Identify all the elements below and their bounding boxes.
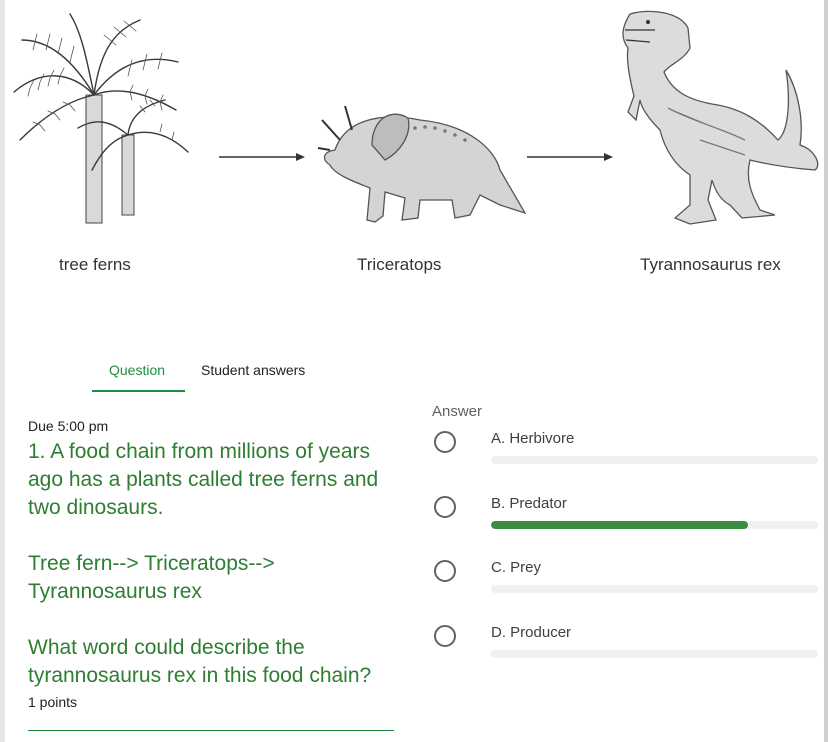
question-text: 1. A food chain from millions of years a… — [28, 438, 403, 690]
question-paragraph: Tree fern--> Triceratops--> Tyrannosauru… — [28, 552, 275, 603]
food-chain-diagram: tree ferns Triceratops Tyrannosaurus rex — [0, 0, 828, 300]
label-tree-ferns: tree ferns — [59, 255, 131, 274]
tab-question[interactable]: Question — [109, 362, 165, 378]
due-date: Due 5:00 pm — [28, 418, 109, 434]
label-triceratops: Triceratops — [357, 255, 442, 274]
radio-button[interactable] — [434, 496, 456, 518]
question-paragraph: 1. A food chain from millions of years a… — [28, 440, 379, 519]
answer-option-b: B. Predator — [432, 495, 824, 546]
option-label: B. Predator — [491, 495, 567, 512]
response-bar — [491, 650, 818, 658]
answer-option-c: C. Prey — [432, 559, 824, 610]
tab-student-answers[interactable]: Student answers — [201, 362, 305, 378]
tree-ferns-illustration — [13, 13, 189, 224]
radio-button[interactable] — [434, 431, 456, 453]
radio-button[interactable] — [434, 560, 456, 582]
active-tab-indicator — [92, 390, 185, 392]
divider — [28, 730, 394, 731]
label-tyrannosaurus-rex: Tyrannosaurus rex — [640, 255, 781, 274]
option-label: D. Producer — [491, 624, 572, 641]
response-bar-fill — [491, 521, 748, 529]
answer-heading: Answer — [432, 403, 483, 420]
radio-button[interactable] — [434, 625, 456, 647]
response-bar — [491, 456, 818, 464]
arrow-2 — [527, 153, 613, 161]
option-label: C. Prey — [491, 559, 542, 576]
response-bar — [491, 585, 818, 593]
answer-option-d: D. Producer — [432, 624, 824, 675]
question-paragraph: What word could describe the tyrannosaur… — [28, 636, 372, 687]
tyrannosaurus-rex-illustration — [622, 10, 819, 225]
response-bar — [491, 521, 818, 529]
answer-option-a: A. Herbivore — [432, 430, 824, 481]
points-value: 1 points — [28, 694, 78, 710]
arrow-1 — [219, 153, 305, 161]
triceratops-illustration — [317, 105, 527, 223]
option-label: A. Herbivore — [491, 430, 575, 447]
